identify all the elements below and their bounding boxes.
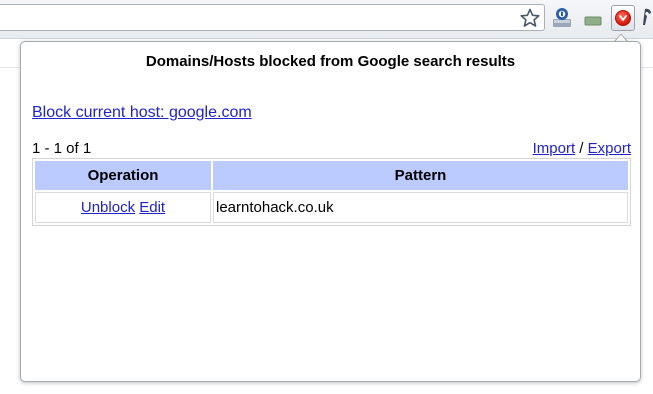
export-link[interactable]: Export — [588, 140, 631, 157]
import-export-links: Import / Export — [533, 140, 631, 157]
pattern-cell: learntohack.co.uk — [213, 192, 628, 223]
column-header-operation: Operation — [35, 161, 211, 190]
edit-link[interactable]: Edit — [139, 199, 165, 216]
unblock-link[interactable]: Unblock — [81, 199, 135, 216]
bookmark-star-icon[interactable] — [519, 8, 541, 28]
import-link[interactable]: Import — [533, 140, 576, 157]
address-bar[interactable] — [0, 4, 545, 31]
column-header-pattern: Pattern — [213, 161, 628, 190]
blocked-hosts-table: Operation Pattern Unblock Edit learntoha… — [32, 158, 631, 226]
operation-cell: Unblock Edit — [35, 192, 211, 223]
result-count: 1 - 1 of 1 — [32, 140, 92, 157]
blocker-popup: Domains/Hosts blocked from Google search… — [20, 41, 641, 382]
blocker-extension-icon[interactable] — [611, 5, 635, 31]
table-header-row: Operation Pattern — [35, 161, 628, 190]
extension-icon[interactable] — [582, 10, 604, 28]
link-separator: / — [575, 140, 588, 157]
table-row: Unblock Edit learntohack.co.uk — [35, 192, 628, 223]
wrench-icon[interactable] — [642, 7, 653, 27]
block-current-host-link[interactable]: Block current host: google.com — [32, 104, 252, 122]
popup-title: Domains/Hosts blocked from Google search… — [145, 53, 516, 70]
browser-toolbar — [0, 0, 653, 39]
extension-icon[interactable] — [551, 7, 573, 29]
